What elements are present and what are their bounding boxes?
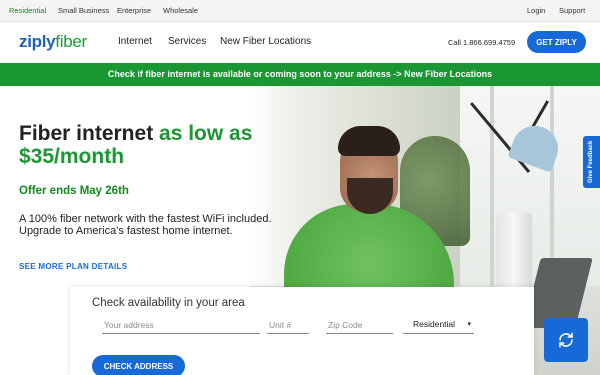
availability-banner[interactable]: Check if fiber internet is available or … [0, 63, 600, 86]
util-nav-residential[interactable]: Residential [9, 6, 46, 15]
support-link[interactable]: Support [559, 6, 585, 15]
zip-code-input[interactable] [326, 316, 393, 334]
refresh-chat-button[interactable] [544, 318, 588, 362]
check-address-button[interactable]: CHECK ADDRESS [92, 355, 185, 375]
logo-fiber-text: fiber [55, 32, 87, 51]
main-header: ziplyfiber Internet Services New Fiber L… [0, 22, 600, 63]
availability-title: Check availability in your area [92, 297, 245, 309]
login-link[interactable]: Login [527, 6, 545, 15]
nav-internet[interactable]: Internet [118, 36, 152, 47]
unit-input[interactable] [267, 316, 309, 334]
availability-card: Check availability in your area Resident… [70, 287, 534, 375]
utility-bar: Residential Small Business Enterprise Wh… [0, 0, 600, 22]
service-type-select[interactable]: Residential ▾ [403, 316, 474, 334]
hero-description: A 100% fiber network with the fastest Wi… [19, 213, 272, 237]
get-ziply-button[interactable]: GET ZIPLY [527, 31, 586, 53]
nav-services[interactable]: Services [168, 36, 206, 47]
ziply-fiber-logo[interactable]: ziplyfiber [19, 32, 87, 52]
offer-deadline: Offer ends May 26th [19, 185, 129, 197]
chevron-down-icon: ▾ [467, 321, 471, 328]
util-nav-enterprise[interactable]: Enterprise [117, 6, 151, 15]
give-feedback-tab[interactable]: Give Feedback [583, 136, 600, 188]
logo-ziply-text: ziply [19, 32, 56, 51]
service-type-value: Residential [413, 319, 456, 329]
hero-title: Fiber internet as low as $35/month [19, 122, 279, 168]
util-nav-small-business[interactable]: Small Business [58, 6, 109, 15]
see-plan-details-link[interactable]: SEE MORE PLAN DETAILS [19, 262, 127, 271]
photo-window-frame [490, 86, 494, 296]
photo-person-hair [338, 126, 400, 156]
nav-new-fiber-locations[interactable]: New Fiber Locations [220, 36, 311, 47]
phone-number[interactable]: Call 1.866.699.4759 [448, 38, 515, 47]
photo-wifi-router [496, 212, 532, 292]
address-input[interactable] [102, 316, 260, 334]
util-nav-wholesale[interactable]: Wholesale [163, 6, 198, 15]
hero-title-lead: Fiber internet [19, 122, 160, 145]
refresh-icon [559, 332, 573, 348]
